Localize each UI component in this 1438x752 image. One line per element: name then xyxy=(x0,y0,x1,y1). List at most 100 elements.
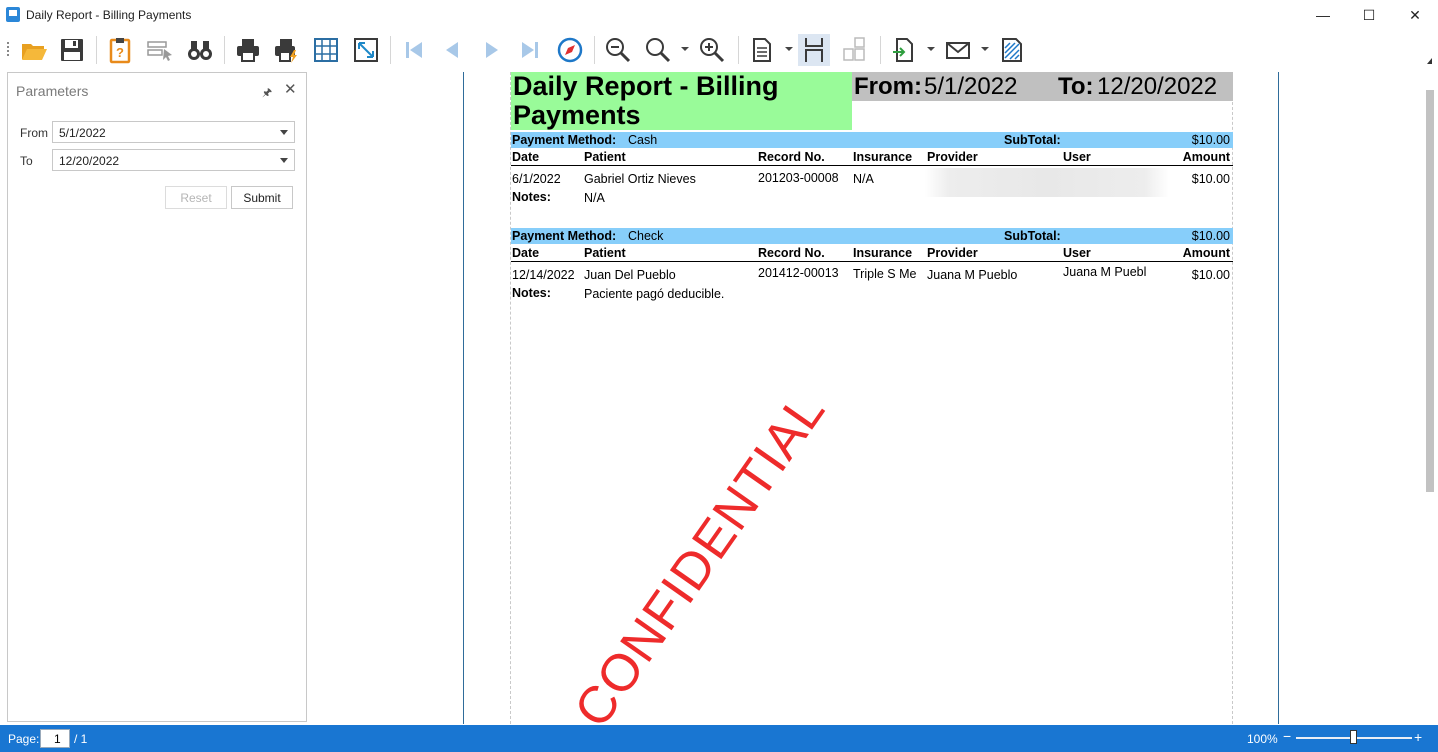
payment-method-band: Payment Method: Check SubTotal: $10.00 xyxy=(511,228,1233,244)
payment-method-label: Payment Method: xyxy=(512,229,617,243)
col-record: Record No. xyxy=(758,150,825,164)
payment-method-value: Cash xyxy=(628,133,658,147)
save-icon[interactable] xyxy=(56,34,88,66)
export-dropdown-icon[interactable] xyxy=(927,47,935,51)
to-label: To xyxy=(20,154,33,168)
vertical-scrollbar[interactable] xyxy=(1424,72,1436,724)
notes-value: N/A xyxy=(584,191,605,205)
toolbar-separator xyxy=(880,36,881,64)
page-number-input[interactable]: 1 xyxy=(40,729,70,748)
page-setup-icon[interactable] xyxy=(310,34,342,66)
col-amount: Amount xyxy=(1182,246,1230,260)
row-patient: Juan Del Pueblo xyxy=(584,268,676,282)
row-record: 201412-00013 xyxy=(758,266,839,280)
from-header-label: From: xyxy=(854,73,922,100)
to-date-select[interactable]: 12/20/2022 xyxy=(52,149,295,171)
subtotal-label: SubTotal: xyxy=(1004,229,1061,243)
submit-button[interactable]: Submit xyxy=(231,186,293,209)
page-left-edge xyxy=(463,72,464,724)
last-page-icon[interactable] xyxy=(514,34,546,66)
status-bar: Page: 1 / 1 100% − + xyxy=(0,725,1438,752)
zoom-icon[interactable] xyxy=(642,34,674,66)
window-title: Daily Report - Billing Payments xyxy=(26,8,192,22)
zoom-level: 100% xyxy=(1247,732,1278,746)
open-folder-icon[interactable] xyxy=(18,34,50,66)
subtotal-value: $10.00 xyxy=(1191,229,1230,243)
svg-text:?: ? xyxy=(116,45,124,60)
subtotal-label: SubTotal: xyxy=(1004,133,1061,147)
from-label: From xyxy=(20,126,48,140)
print-icon[interactable] xyxy=(232,34,264,66)
report-viewer xyxy=(310,72,1422,724)
col-insurance: Insurance xyxy=(853,246,913,260)
zoom-out-icon[interactable] xyxy=(602,34,634,66)
to-date-value: 12/20/2022 xyxy=(59,154,120,168)
next-page-icon[interactable] xyxy=(476,34,508,66)
payment-method-band: Payment Method: Cash SubTotal: $10.00 xyxy=(511,132,1233,148)
page-view-dropdown-icon[interactable] xyxy=(785,47,793,51)
col-date: Date xyxy=(512,246,540,260)
col-patient: Patient xyxy=(584,246,626,260)
reset-button[interactable]: Reset xyxy=(165,186,227,209)
pin-icon[interactable]: 🖈 xyxy=(262,84,272,103)
notes-value: Paciente pagó deducible. xyxy=(584,287,725,301)
date-range-header: From: 5/1/2022 To: 12/20/2022 xyxy=(852,72,1233,101)
from-date-value: 5/1/2022 xyxy=(59,126,106,140)
payment-method-label: Payment Method: xyxy=(512,133,617,147)
row-amount: $10.00 xyxy=(1191,268,1230,282)
app-icon xyxy=(6,7,20,22)
close-button[interactable]: ✕ xyxy=(1392,0,1438,30)
quick-print-icon[interactable] xyxy=(270,34,302,66)
zoom-minus-icon[interactable]: − xyxy=(1283,728,1291,744)
single-page-icon[interactable] xyxy=(746,34,778,66)
payment-method-value: Check xyxy=(628,229,664,243)
previous-page-icon[interactable] xyxy=(436,34,468,66)
scrollbar-thumb[interactable] xyxy=(1426,90,1434,492)
maximize-button[interactable]: ☐ xyxy=(1346,0,1392,30)
close-panel-icon[interactable]: ✕ xyxy=(284,80,297,98)
toolbar-overflow-icon[interactable] xyxy=(1427,58,1432,64)
first-page-icon[interactable] xyxy=(398,34,430,66)
email-dropdown-icon[interactable] xyxy=(981,47,989,51)
toolbar-separator xyxy=(96,36,97,64)
col-user: User xyxy=(1063,150,1091,164)
to-header-label: To: xyxy=(1058,73,1094,100)
column-headers: Date Patient Record No. Insurance Provid… xyxy=(511,149,1233,166)
chevron-down-icon xyxy=(280,130,288,135)
col-record: Record No. xyxy=(758,246,825,260)
continuous-page-icon[interactable] xyxy=(798,34,830,66)
watermark-icon[interactable] xyxy=(996,34,1028,66)
from-date-select[interactable]: 5/1/2022 xyxy=(52,121,295,143)
col-user: User xyxy=(1063,246,1091,260)
navigate-icon[interactable] xyxy=(554,34,586,66)
zoom-dropdown-icon[interactable] xyxy=(681,47,689,51)
notes-label: Notes: xyxy=(512,286,551,300)
export-icon[interactable] xyxy=(888,34,920,66)
toolbar-separator xyxy=(594,36,595,64)
page-total: / 1 xyxy=(74,732,88,746)
row-patient: Gabriel Ortiz Nieves xyxy=(584,172,696,186)
zoom-plus-icon[interactable]: + xyxy=(1414,729,1422,745)
redacted-provider-user xyxy=(925,168,1169,197)
page-right-edge xyxy=(1278,72,1279,724)
multiple-pages-icon[interactable] xyxy=(838,34,870,66)
toolbar-grip[interactable] xyxy=(7,42,9,58)
scale-icon[interactable] xyxy=(350,34,382,66)
email-icon[interactable] xyxy=(942,34,974,66)
select-tool-icon[interactable] xyxy=(144,34,176,66)
page-label: Page: xyxy=(8,732,40,746)
minimize-button[interactable]: — xyxy=(1300,0,1346,30)
zoom-slider-thumb[interactable] xyxy=(1350,730,1357,744)
row-provider: Juana M Pueblo xyxy=(927,268,1018,282)
col-patient: Patient xyxy=(584,150,626,164)
parameters-icon[interactable]: ? xyxy=(104,34,136,66)
row-insurance: Triple S Me xyxy=(853,267,917,281)
toolbar-separator xyxy=(224,36,225,64)
find-icon[interactable] xyxy=(184,34,216,66)
report-title-line2: Payments xyxy=(513,100,641,130)
zoom-in-icon[interactable] xyxy=(696,34,728,66)
to-header-value: 12/20/2022 xyxy=(1097,73,1218,100)
right-margin-line xyxy=(1232,72,1233,724)
row-date: 12/14/2022 xyxy=(512,268,575,282)
col-amount: Amount xyxy=(1182,150,1230,164)
